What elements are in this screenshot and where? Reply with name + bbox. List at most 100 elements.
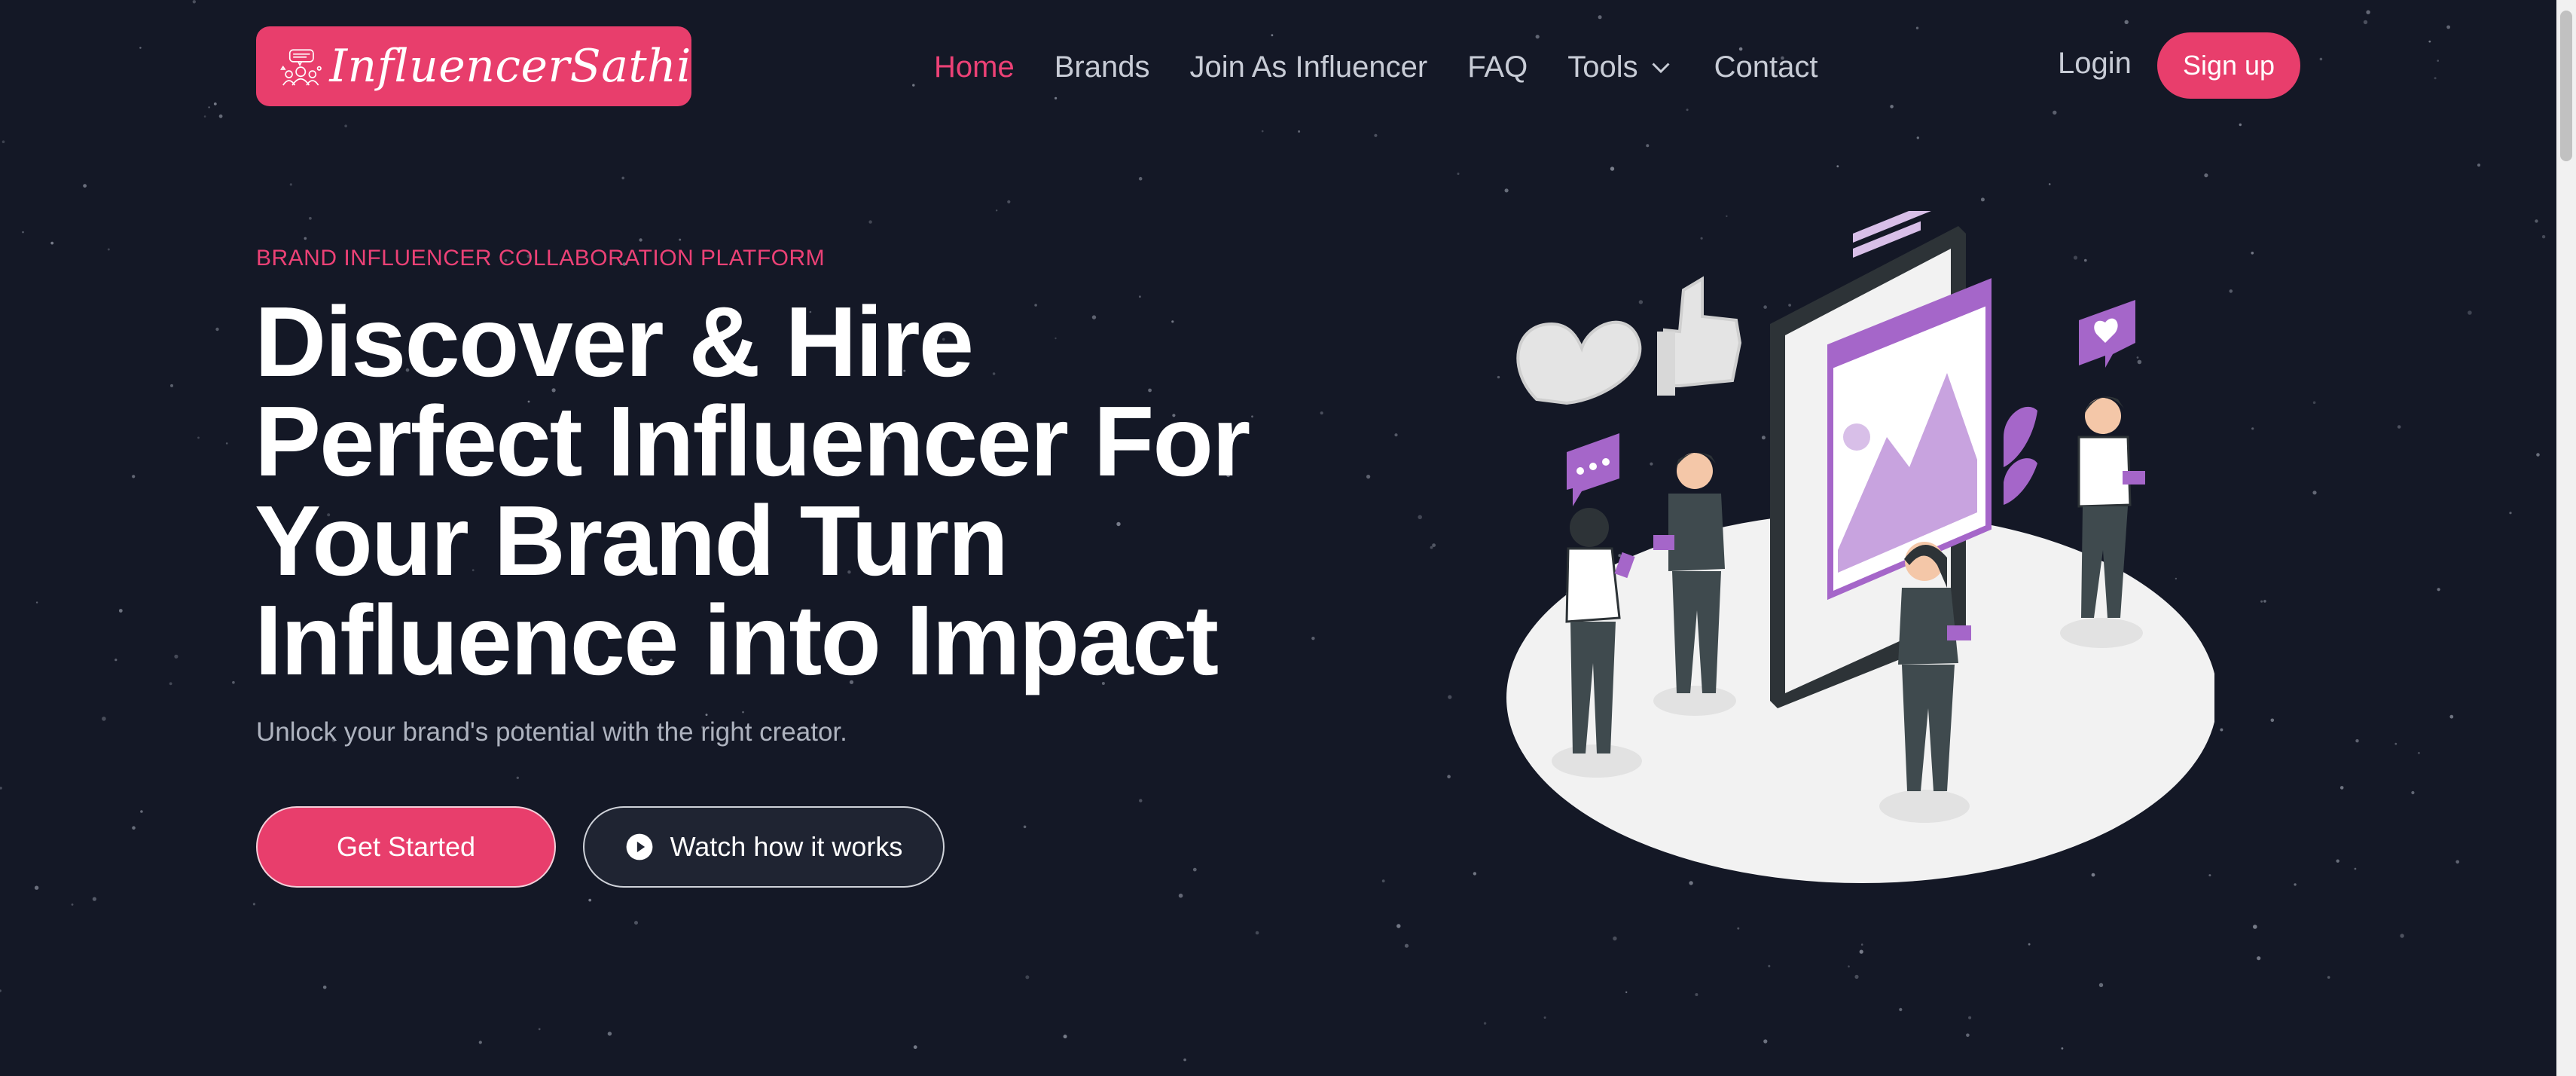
star-dot: [2124, 20, 2129, 24]
star-dot: [1271, 34, 1274, 37]
star-dot: [2061, 1047, 2064, 1050]
star-dot: [1448, 695, 1452, 699]
brand-name: InfluencerSathi: [329, 40, 691, 93]
star-dot: [516, 776, 519, 780]
star-dot: [252, 903, 255, 906]
brand-logo[interactable]: InfluencerSathi: [256, 26, 691, 106]
star-dot: [1980, 197, 1985, 202]
scrollbar-thumb[interactable]: [2560, 11, 2572, 161]
hero-eyebrow: BRAND INFLUENCER COLLABORATION PLATFORM: [256, 246, 826, 271]
star-dot: [35, 601, 38, 604]
nav-item-brands[interactable]: Brands: [1055, 50, 1150, 84]
star-dot: [1063, 1035, 1067, 1039]
watch-how-it-works-button[interactable]: Watch how it works: [583, 806, 945, 888]
star-dot: [0, 787, 2, 790]
star-dot: [1192, 867, 1197, 872]
star-dot: [2251, 427, 2254, 430]
star-dot: [1396, 924, 1401, 928]
star-dot: [1686, 109, 1689, 112]
star-dot: [2204, 173, 2208, 178]
person-head: [2085, 398, 2121, 434]
star-dot: [2251, 252, 2254, 255]
nav-item-tools[interactable]: Tools: [1567, 50, 1674, 84]
star-dot: [1625, 991, 1628, 994]
star-dot: [2449, 714, 2454, 719]
star-dot: [2428, 40, 2431, 43]
leaf-icon: [2004, 458, 2037, 505]
star-dot: [208, 106, 210, 109]
star-dot: [50, 241, 54, 245]
star-dot: [1447, 775, 1451, 778]
star-dot: [170, 384, 173, 387]
star-dot: [1836, 165, 1839, 168]
star-dot: [639, 238, 642, 242]
star-dot: [1394, 433, 1398, 437]
star-dot: [1610, 167, 1615, 171]
star-dot: [2437, 60, 2439, 62]
star-dot: [2239, 123, 2242, 127]
star-dot: [2477, 164, 2480, 167]
nav-item-home[interactable]: Home: [934, 50, 1015, 84]
hero-headline: Discover & Hire Perfect Influencer For Y…: [255, 292, 1294, 690]
person-phone: [2123, 471, 2145, 485]
hero-subtitle: Unlock your brand's potential with the r…: [256, 717, 847, 747]
star-dot: [1138, 176, 1143, 181]
star-dot: [2257, 956, 2261, 961]
star-dot: [1848, 965, 1850, 967]
star-dot: [114, 659, 118, 662]
star-dot: [1543, 1016, 1546, 1019]
star-dot: [1890, 105, 1894, 109]
star-dot: [2270, 718, 2275, 723]
star-dot: [1298, 130, 1301, 133]
nav-item-contact[interactable]: Contact: [1714, 50, 1818, 84]
get-started-button[interactable]: Get Started: [256, 806, 556, 888]
star-dot: [1915, 26, 1919, 29]
star-dot: [2354, 867, 2357, 870]
chevron-down-icon: [1652, 63, 1670, 74]
star-dot: [705, 714, 708, 717]
influencer-badge-icon: [280, 49, 322, 86]
login-link[interactable]: Login: [2058, 47, 2132, 81]
star-dot: [2048, 183, 2051, 185]
star-dot: [1483, 1022, 1487, 1025]
star-dot: [92, 897, 96, 901]
star-dot: [1613, 936, 1617, 941]
star-dot: [2260, 600, 2263, 603]
person-phone: [1653, 535, 1674, 550]
star-dot: [215, 327, 219, 332]
star-dot: [1535, 35, 1540, 39]
star-dot: [1899, 1007, 1903, 1011]
star-dot: [1404, 943, 1409, 948]
nav-item-faq[interactable]: FAQ: [1467, 50, 1528, 84]
star-dot: [140, 810, 143, 813]
leaf-icon: [2004, 406, 2037, 467]
nav-item-join-as-influencer[interactable]: Join As Influencer: [1189, 50, 1427, 84]
star-dot: [588, 898, 592, 902]
post-image-sun: [1843, 423, 1870, 451]
star-dot: [1968, 1016, 1972, 1019]
person-shirt: [1668, 494, 1725, 571]
star-dot: [2366, 10, 2370, 14]
chat-dot: [1589, 463, 1597, 470]
page-scrollbar[interactable]: [2556, 0, 2576, 1076]
star-dot: [1763, 1039, 1768, 1044]
star-dot: [2028, 943, 2031, 946]
star-dot: [1025, 975, 1030, 980]
star-dot: [0, 989, 2, 992]
star-dot: [2229, 289, 2233, 293]
star-dot: [2394, 742, 2397, 745]
star-dot: [1255, 931, 1259, 935]
star-dot: [2312, 401, 2316, 405]
star-dot: [912, 84, 915, 87]
star-dot: [2397, 425, 2401, 429]
signup-button[interactable]: Sign up: [2157, 32, 2300, 99]
star-dot: [868, 220, 872, 224]
star-dot: [34, 885, 39, 890]
star-dot: [2434, 77, 2437, 80]
chat-dot: [1602, 458, 1610, 466]
star-dot: [2400, 934, 2404, 938]
star-dot: [213, 102, 217, 105]
hero-headline-line: Influence into Impact: [255, 585, 1219, 695]
star-dot: [679, 238, 682, 241]
star-dot: [139, 47, 142, 49]
